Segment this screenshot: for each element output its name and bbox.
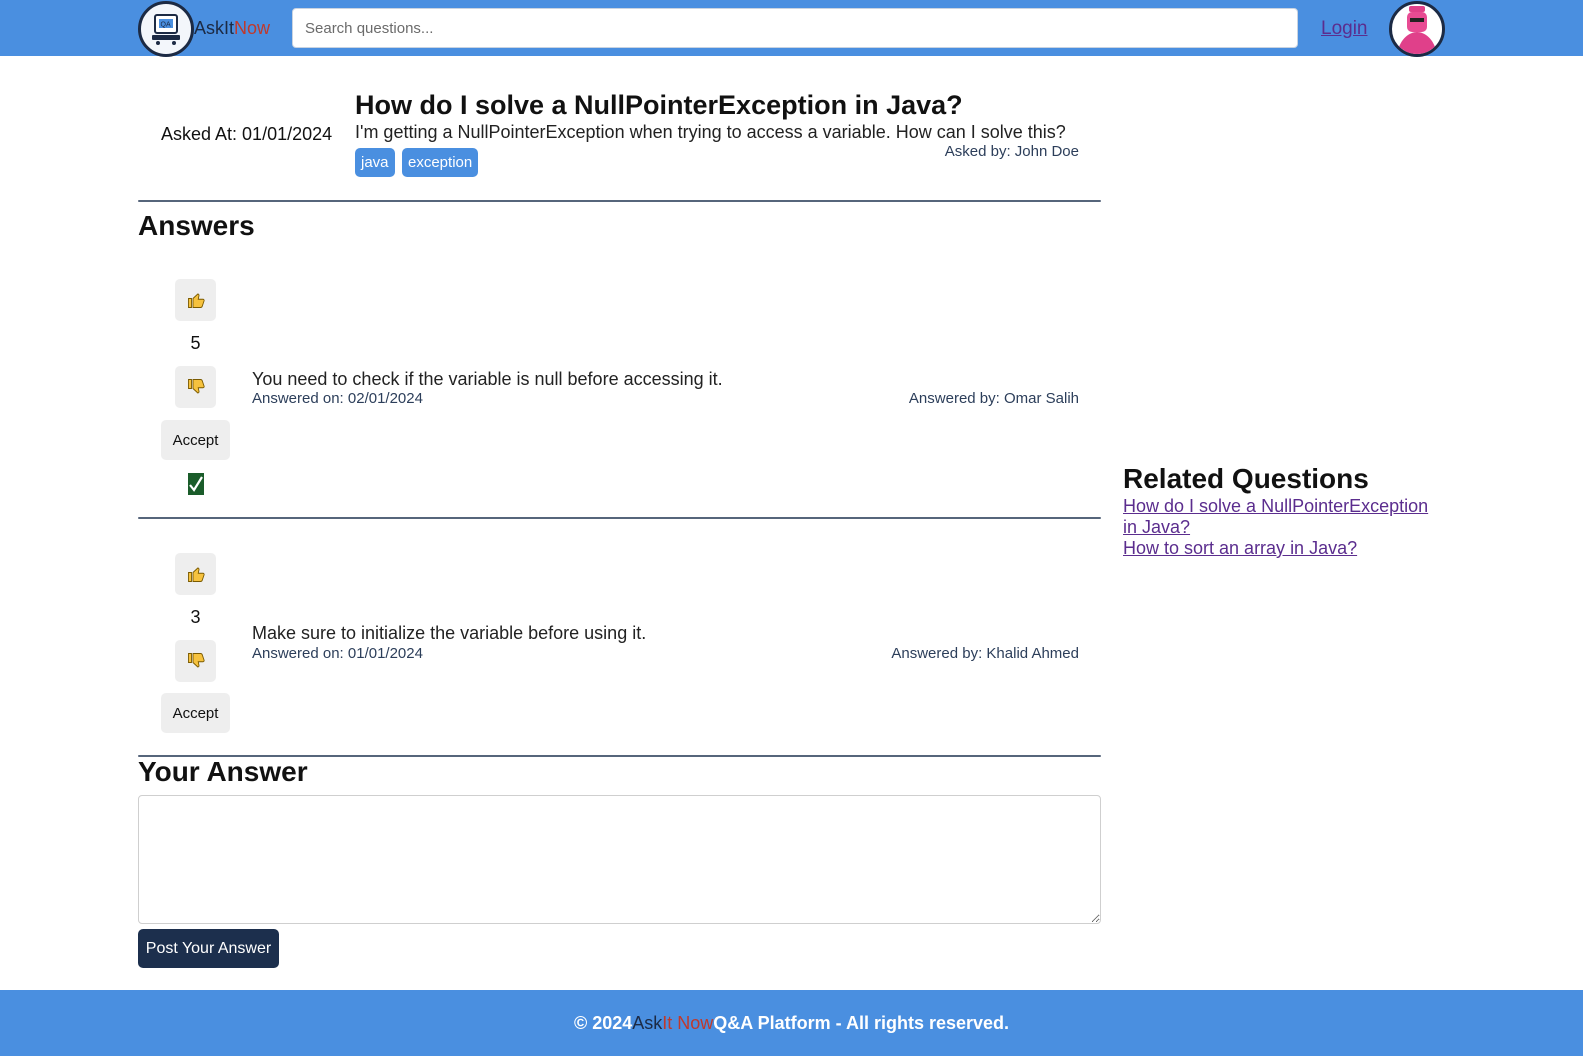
brand-name[interactable]: AskItNow <box>194 18 270 39</box>
answer-textarea[interactable] <box>138 795 1101 924</box>
thumbs-down-icon <box>187 653 205 668</box>
svg-text:QA: QA <box>161 22 171 29</box>
footer-brand-itnow: It Now <box>662 1012 714 1033</box>
avatar-icon <box>1397 6 1437 54</box>
answer-date: Answered on: 02/01/2024 <box>252 390 423 407</box>
divider <box>138 200 1101 202</box>
answer-date: Answered on: 01/01/2024 <box>252 645 423 662</box>
thumbs-down-icon <box>187 379 205 394</box>
vote-count: 3 <box>190 607 201 627</box>
footer: © 2024 Ask It Now Q&A Platform - All rig… <box>0 990 1583 1056</box>
question-asked-at: Asked At: 01/01/2024 <box>161 124 333 144</box>
tag-java[interactable]: java <box>355 148 395 177</box>
related-questions-heading: Related Questions <box>1123 463 1369 494</box>
downvote-button[interactable] <box>175 366 216 408</box>
answer-text: You need to check if the variable is nul… <box>252 369 723 389</box>
post-answer-button[interactable]: Post Your Answer <box>138 929 279 968</box>
accept-button[interactable]: Accept <box>161 693 230 733</box>
footer-brand-ask: Ask <box>632 1012 663 1033</box>
divider <box>138 517 1101 519</box>
answers-heading: Answers <box>138 210 255 241</box>
question-asked-by: Asked by: John Doe <box>944 143 1079 160</box>
answer-text: Make sure to initialize the variable bef… <box>252 623 647 643</box>
your-answer-heading: Your Answer <box>138 756 308 787</box>
logo-icon: QA <box>152 14 180 45</box>
footer-prefix: © 2024 <box>573 1012 633 1033</box>
brand-prefix: AskIt <box>194 18 235 38</box>
thumbs-up-icon <box>187 567 205 582</box>
search-input[interactable] <box>292 8 1298 48</box>
answer-author: Answered by: Khalid Ahmed <box>891 645 1079 662</box>
upvote-button[interactable] <box>175 279 216 321</box>
related-question-link[interactable]: How to sort an array in Java? <box>1123 538 1443 559</box>
downvote-button[interactable] <box>175 640 216 682</box>
upvote-button[interactable] <box>175 553 216 595</box>
accept-button[interactable]: Accept <box>161 420 230 460</box>
login-link[interactable]: Login <box>1321 18 1368 40</box>
site-logo[interactable]: QA <box>138 1 194 57</box>
brand-accent: Now <box>234 18 271 38</box>
user-avatar[interactable] <box>1389 1 1445 57</box>
vote-count: 5 <box>190 333 201 353</box>
answer-author: Answered by: Omar Salih <box>908 390 1079 407</box>
thumbs-up-icon <box>187 293 205 308</box>
question-title: How do I solve a NullPointerException in… <box>355 90 963 120</box>
top-navbar: QA AskItNow Login <box>0 0 1583 57</box>
question-body: I'm getting a NullPointerException when … <box>355 122 1066 142</box>
footer-suffix: Q&A Platform - All rights reserved. <box>713 1012 1010 1033</box>
related-questions-list: How do I solve a NullPointerException in… <box>1123 496 1443 559</box>
accepted-check-icon <box>188 473 204 495</box>
related-question-link[interactable]: How do I solve a NullPointerException in… <box>1123 496 1443 538</box>
tag-exception[interactable]: exception <box>402 148 479 177</box>
